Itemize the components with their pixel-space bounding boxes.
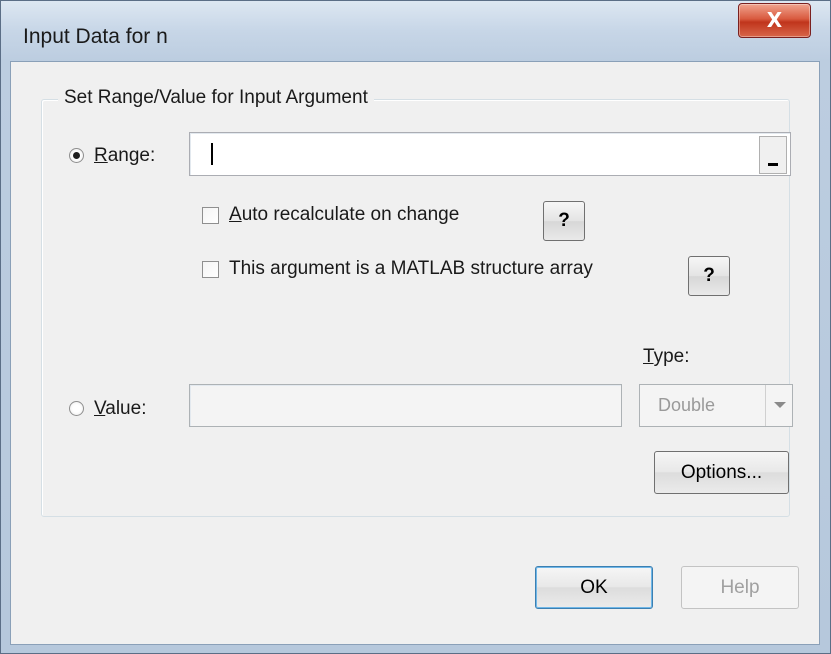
range-radio[interactable]: [69, 148, 84, 163]
type-dropdown[interactable]: Double: [639, 384, 793, 427]
auto-recalculate-help-button[interactable]: ?: [543, 201, 585, 241]
dialog-client-area: Set Range/Value for Input Argument Range…: [10, 61, 820, 645]
chevron-down-icon: [765, 385, 792, 426]
range-collapse-button[interactable]: [759, 136, 787, 174]
dialog-window: Input Data for n X Set Range/Value for I…: [0, 0, 831, 654]
auto-recalculate-label: Auto recalculate on change: [229, 204, 460, 225]
options-button[interactable]: Options...: [654, 451, 789, 494]
structure-array-help-button[interactable]: ?: [688, 256, 730, 296]
text-caret: [211, 143, 213, 165]
title-bar[interactable]: Input Data for n X: [1, 1, 830, 61]
range-label: Range:: [94, 145, 156, 166]
window-title: Input Data for n: [23, 25, 168, 48]
close-button[interactable]: X: [738, 3, 811, 38]
value-input[interactable]: [189, 384, 622, 427]
structure-array-label: This argument is a MATLAB structure arra…: [229, 258, 593, 279]
value-radio[interactable]: [69, 401, 84, 416]
value-label: Value:: [94, 398, 147, 419]
input-argument-groupbox: Set Range/Value for Input Argument Range…: [41, 87, 793, 517]
close-icon: X: [766, 8, 783, 32]
range-input[interactable]: [189, 132, 791, 176]
structure-array-checkbox[interactable]: [202, 261, 219, 278]
help-button[interactable]: Help: [681, 566, 799, 609]
type-label: Type:: [643, 346, 690, 367]
auto-recalculate-checkbox[interactable]: [202, 207, 219, 224]
groupbox-label: Set Range/Value for Input Argument: [58, 87, 374, 109]
ok-button[interactable]: OK: [535, 566, 653, 609]
type-dropdown-value: Double: [658, 395, 716, 415]
